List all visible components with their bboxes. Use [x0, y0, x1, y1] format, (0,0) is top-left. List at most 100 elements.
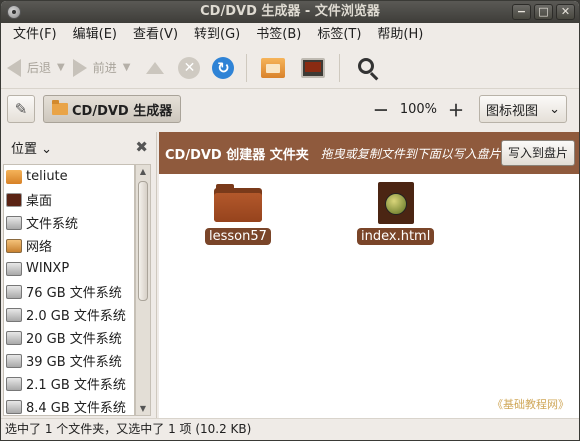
drive-icon	[6, 330, 22, 345]
file-item-index-html[interactable]: index.html	[357, 182, 435, 245]
file-name: index.html	[357, 228, 435, 245]
zoom-level: 100%	[399, 101, 437, 117]
drive-icon	[6, 261, 22, 276]
title-bar: CD/DVD 生成器 - 文件浏览器 − □ ✕	[1, 1, 579, 23]
scrollbar-thumb[interactable]	[138, 181, 148, 301]
sidebar-scrollbar[interactable]: ▲ ▼	[135, 164, 151, 416]
menu-go[interactable]: 转到(G)	[186, 23, 248, 47]
back-history-dropdown[interactable]: ▼	[57, 62, 65, 73]
view-mode-label: 图标视图	[486, 103, 539, 119]
toolbar: 后退 ▼ 前进 ▼ ✕ ↻	[1, 47, 579, 89]
sidebar: 位置 ⌄ ✖ teliute 桌面 文件系统 网络 WINXP 76 GB 文件…	[1, 132, 157, 418]
toolbar-separator	[339, 53, 341, 82]
window-controls: − □ ✕	[512, 4, 575, 20]
sidebar-item-label: 2.0 GB 文件系统	[26, 309, 126, 324]
drive-icon	[6, 284, 22, 299]
menu-bookmarks[interactable]: 书签(B)	[248, 23, 309, 47]
scroll-down-icon[interactable]: ▼	[136, 404, 150, 413]
sidebar-item-filesystem[interactable]: 文件系统	[4, 211, 134, 234]
drive-icon	[6, 215, 22, 230]
menu-edit[interactable]: 编辑(E)	[65, 23, 125, 47]
sidebar-title: 位置	[11, 141, 38, 157]
watermark: 《基础教程网》	[492, 398, 569, 411]
close-button[interactable]: ✕	[556, 4, 575, 20]
drive-icon	[6, 399, 22, 414]
back-button[interactable]: 后退	[7, 52, 51, 84]
toolbar-separator	[246, 53, 248, 82]
sidebar-item-desktop[interactable]: 桌面	[4, 188, 134, 211]
reload-icon[interactable]: ↻	[212, 56, 235, 79]
menu-help[interactable]: 帮助(H)	[369, 23, 431, 47]
sidebar-item-76gb[interactable]: 76 GB 文件系统	[4, 280, 134, 303]
places-list: teliute 桌面 文件系统 网络 WINXP 76 GB 文件系统 2.0 …	[3, 164, 135, 416]
file-item-lesson57[interactable]: lesson57	[205, 184, 271, 245]
drive-icon	[6, 307, 22, 322]
zoom-in-icon[interactable]: ＋	[447, 97, 465, 121]
location-bar: ✎ CD/DVD 生成器 － 100% ＋ 图标视图 ⌄	[1, 89, 579, 129]
sidebar-item-2-0gb[interactable]: 2.0 GB 文件系统	[4, 303, 134, 326]
cd-creator-hint: 拖曳或复制文件到下面以写入盘片	[320, 146, 501, 161]
sidebar-type-select[interactable]: 位置 ⌄	[11, 138, 52, 157]
forward-arrow-icon	[72, 58, 87, 77]
sidebar-item-network[interactable]: 网络	[4, 234, 134, 257]
zoom-controls: － 100% ＋ 图标视图 ⌄	[366, 95, 567, 123]
sidebar-item-label: WINXP	[26, 261, 70, 276]
drive-icon	[6, 353, 22, 368]
cd-creator-title: CD/DVD 创建器 文件夹	[165, 147, 309, 163]
sidebar-item-teliute[interactable]: teliute	[4, 165, 134, 188]
forward-history-dropdown[interactable]: ▼	[123, 62, 131, 73]
html-file-icon	[377, 182, 414, 224]
up-arrow-icon[interactable]	[146, 61, 165, 74]
forward-label: 前进	[92, 61, 117, 75]
sidebar-item-8-4gb[interactable]: 8.4 GB 文件系统	[4, 395, 134, 416]
file-name: lesson57	[205, 228, 271, 245]
sidebar-item-2-1gb[interactable]: 2.1 GB 文件系统	[4, 372, 134, 395]
path-button-cd-creator[interactable]: CD/DVD 生成器	[43, 95, 182, 123]
scroll-up-icon[interactable]: ▲	[136, 167, 150, 176]
sidebar-item-39gb[interactable]: 39 GB 文件系统	[4, 349, 134, 372]
view-mode-select[interactable]: 图标视图 ⌄	[479, 95, 567, 123]
search-icon[interactable]	[358, 57, 375, 74]
sidebar-item-winxp[interactable]: WINXP	[4, 257, 134, 280]
desktop-icon	[6, 192, 22, 207]
forward-button[interactable]: 前进	[72, 52, 117, 84]
write-to-disc-button[interactable]: 写入到盘片	[500, 140, 575, 166]
menu-tabs[interactable]: 标签(T)	[309, 23, 369, 47]
cd-icon	[7, 5, 21, 19]
close-sidebar-icon[interactable]: ✖	[135, 138, 148, 156]
computer-icon[interactable]	[301, 57, 326, 78]
sidebar-item-20gb[interactable]: 20 GB 文件系统	[4, 326, 134, 349]
chevron-down-icon: ⌄	[549, 101, 560, 117]
sidebar-item-label: 76 GB 文件系统	[26, 286, 122, 301]
sidebar-item-label: 桌面	[26, 194, 53, 209]
file-browser-window: CD/DVD 生成器 - 文件浏览器 − □ ✕ 文件(F) 编辑(E) 查看(…	[0, 0, 580, 441]
home-folder-icon[interactable]	[261, 57, 286, 78]
network-icon	[6, 238, 22, 253]
menu-bar: 文件(F) 编辑(E) 查看(V) 转到(G) 书签(B) 标签(T) 帮助(H…	[1, 23, 579, 47]
sidebar-item-label: 2.1 GB 文件系统	[26, 378, 126, 393]
back-label: 后退	[27, 61, 52, 75]
menu-file[interactable]: 文件(F)	[5, 23, 65, 47]
file-view: CD/DVD 创建器 文件夹 拖曳或复制文件到下面以写入盘片 写入到盘片 les…	[159, 132, 579, 418]
maximize-button[interactable]: □	[534, 4, 553, 20]
status-bar: 选中了 1 个文件夹，又选中了 1 项 (10.2 KB)	[1, 418, 579, 440]
window-title: CD/DVD 生成器 - 文件浏览器	[200, 4, 380, 19]
home-folder-icon	[6, 169, 22, 184]
folder-icon	[213, 184, 262, 222]
stop-icon[interactable]: ✕	[178, 56, 201, 79]
sidebar-item-label: 39 GB 文件系统	[26, 355, 122, 370]
sidebar-item-label: 8.4 GB 文件系统	[26, 401, 126, 416]
sidebar-item-label: 20 GB 文件系统	[26, 332, 122, 347]
sidebar-header: 位置 ⌄ ✖	[1, 132, 156, 162]
folder-icon	[52, 100, 68, 115]
drive-icon	[6, 376, 22, 391]
cd-creator-bar: CD/DVD 创建器 文件夹 拖曳或复制文件到下面以写入盘片 写入到盘片	[159, 132, 579, 174]
minimize-button[interactable]: −	[512, 4, 531, 20]
zoom-out-icon[interactable]: －	[372, 97, 390, 121]
sidebar-item-label: 文件系统	[26, 217, 79, 232]
pencil-icon[interactable]: ✎	[7, 95, 35, 123]
sidebar-item-label: teliute	[26, 169, 68, 184]
menu-view[interactable]: 查看(V)	[125, 23, 186, 47]
back-arrow-icon	[7, 58, 21, 77]
sidebar-item-label: 网络	[26, 240, 53, 255]
